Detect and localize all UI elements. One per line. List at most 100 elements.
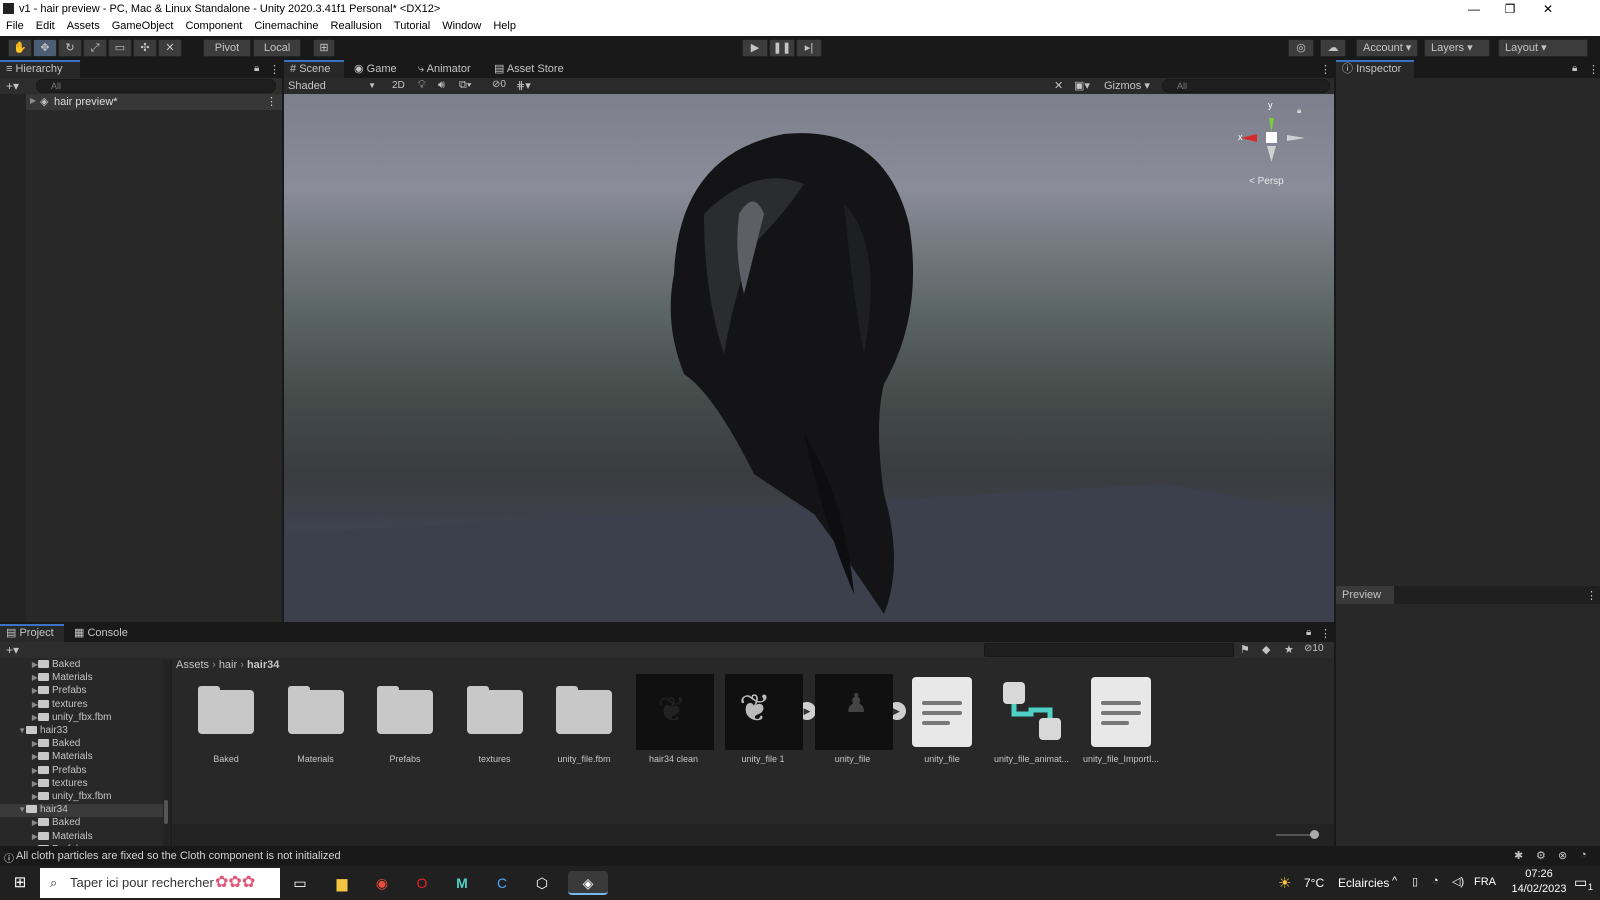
windows-start-icon[interactable]: ⊞ (8, 871, 32, 895)
inspector-kebab-icon[interactable]: ⋮ (1588, 63, 1599, 76)
expand-arrow-icon[interactable]: ▶ (29, 752, 38, 761)
inspector-lock-icon[interactable]: 🔒︎ (1572, 63, 1577, 74)
asset-item[interactable]: ▶ ♟ unity_file (808, 674, 906, 774)
battery-icon[interactable]: ▯ (1412, 875, 1418, 888)
menu-file[interactable]: File (0, 18, 30, 32)
step-button[interactable]: ▸| (796, 39, 822, 57)
filter-type-icon[interactable]: ⚑ (1240, 643, 1250, 656)
weather-icon[interactable]: ☀ (1278, 874, 1291, 892)
project-kebab-icon[interactable]: ⋮ (1320, 627, 1331, 640)
kebab-menu-icon[interactable]: ⋮ (269, 63, 280, 76)
close-button[interactable]: ✕ (1530, 0, 1566, 18)
tree-folder-row[interactable]: ▶ Prefabs (0, 685, 163, 698)
lock-icon[interactable]: 🔒︎ (254, 63, 259, 74)
scene-menu-icon[interactable]: ⋮ (266, 95, 277, 108)
rotate-tool-icon[interactable]: ↻ (58, 39, 82, 57)
layout-dropdown[interactable]: Layout ▾ (1498, 39, 1588, 57)
status-check-icon[interactable]: ◔ (1580, 849, 1587, 861)
hand-tool-icon[interactable]: ✋ (8, 39, 32, 57)
tab-console[interactable]: ▦ Console (68, 624, 134, 642)
scene-viewport[interactable]: y x < Persp 🔒︎ (284, 94, 1334, 622)
tree-folder-row[interactable]: ▶ unity_fbx.fbm (0, 791, 163, 804)
project-search-input[interactable] (984, 643, 1234, 657)
unity-hub-icon[interactable]: ⬡ (530, 871, 554, 895)
taskbar-search-input[interactable]: ⌕ Taper ici pour rechercher ✿✿✿ (40, 868, 280, 898)
notification-icon[interactable]: ▭ (1574, 874, 1587, 891)
tab-asset-store[interactable]: ▤ Asset Store (488, 60, 578, 78)
expand-arrow-icon[interactable]: ▶ (29, 713, 38, 722)
clock-time[interactable]: 07:26 (1514, 868, 1564, 880)
character-creator-icon[interactable]: C (490, 871, 514, 895)
hierarchy-search-input[interactable]: All (36, 79, 276, 93)
breadcrumb-hair[interactable]: hair (219, 659, 237, 671)
expand-arrow-icon[interactable]: ▶ (29, 700, 38, 709)
task-view-icon[interactable]: ▭ (288, 871, 312, 895)
scene-row[interactable]: ▶ ◈ hair preview* ⋮ (26, 94, 282, 110)
unity-editor-icon[interactable]: ◈ (568, 871, 608, 895)
asset-item[interactable]: textures (450, 674, 540, 774)
shading-dropdown[interactable]: Shaded ▼ (286, 79, 380, 93)
camera-icon[interactable]: ▣▾ (1074, 79, 1090, 92)
menu-help[interactable]: Help (487, 18, 522, 32)
asset-item[interactable]: unity_file_ImportI... (1076, 674, 1166, 774)
project-lock-icon[interactable]: 🔒︎ (1306, 627, 1311, 638)
expand-arrow-icon[interactable]: ▶ (29, 792, 38, 801)
effects-icon[interactable]: ⧉▾ (459, 79, 471, 92)
tree-folder-row[interactable]: ▶ Materials (0, 672, 163, 685)
gizmo-lock-icon[interactable]: 🔒︎ (1297, 106, 1301, 116)
scale-tool-icon[interactable]: ⤢ (83, 39, 107, 57)
transform-tool-icon[interactable]: ✣ (133, 39, 157, 57)
expand-arrow-icon[interactable]: ▶ (29, 832, 38, 841)
project-add-icon[interactable]: +▾ (6, 643, 19, 657)
tree-folder-row[interactable]: ▶ textures (0, 699, 163, 712)
file-explorer-icon[interactable]: ▆ (330, 871, 354, 895)
menu-component[interactable]: Component (179, 18, 248, 32)
status-message[interactable]: All cloth particles are fixed so the Clo… (16, 850, 341, 862)
2d-toggle[interactable]: 2D (392, 80, 405, 91)
network-icon[interactable]: ◔ (1432, 875, 1439, 887)
collapse-arrow-icon[interactable]: ▼ (17, 805, 26, 814)
tray-chevron-icon[interactable]: ^ (1392, 875, 1397, 887)
gizmos-dropdown[interactable]: Gizmos ▾ (1104, 79, 1150, 92)
weather-temp[interactable]: 7°C (1304, 876, 1324, 890)
opera-icon[interactable]: O (410, 871, 434, 895)
menu-window[interactable]: Window (436, 18, 487, 32)
menu-edit[interactable]: Edit (30, 18, 61, 32)
chrome-icon[interactable]: ◉ (370, 871, 394, 895)
play-button[interactable]: ▶ (742, 39, 768, 57)
tab-scene[interactable]: # Scene (284, 60, 344, 78)
tab-hierarchy[interactable]: ≡ Hierarchy (0, 60, 80, 78)
favorite-icon[interactable]: ★ (1284, 643, 1294, 656)
hidden-packages-icon[interactable]: ⊘10 (1304, 643, 1324, 654)
zoom-slider-thumb[interactable] (1310, 830, 1319, 839)
asset-item[interactable]: unity_file.fbm (539, 674, 629, 774)
asset-item[interactable]: unity_file (897, 674, 987, 774)
hidden-objects-icon[interactable]: ⊘0 (492, 79, 506, 90)
breadcrumb-hair34[interactable]: hair34 (247, 659, 279, 671)
tab-animator[interactable]: ⤷ Animator (412, 60, 486, 78)
tree-folder-row[interactable]: ▶ Prefabs (0, 765, 163, 778)
progress-icon[interactable]: ⚙ (1536, 849, 1546, 862)
cloud-icon[interactable]: ☁ (1320, 39, 1346, 57)
tree-scrollbar[interactable] (163, 660, 169, 846)
menu-gameobject[interactable]: GameObject (106, 18, 180, 32)
local-toggle[interactable]: Local (253, 39, 301, 57)
asset-item[interactable]: Baked (181, 674, 271, 774)
weather-text[interactable]: Eclaircies (1338, 876, 1389, 890)
pause-button[interactable]: ❚❚ (769, 39, 795, 57)
tree-folder-row[interactable]: ▶ Baked (0, 660, 163, 672)
expand-arrow-icon[interactable]: ▶ (29, 739, 38, 748)
asset-item[interactable]: Prefabs (360, 674, 450, 774)
expand-arrow-icon[interactable]: ▶ (30, 96, 36, 105)
clock-date[interactable]: 14/02/2023 (1502, 883, 1576, 895)
expand-arrow-icon[interactable]: ▶ (29, 686, 38, 695)
lighting-icon[interactable]: 💡︎ (418, 79, 426, 92)
expand-arrow-icon[interactable]: ▶ (29, 660, 38, 669)
move-tool-icon[interactable]: ✥ (33, 39, 57, 57)
restore-button[interactable]: ❐ (1492, 0, 1528, 18)
debug-icon[interactable]: ✱ (1514, 849, 1523, 862)
pivot-toggle[interactable]: Pivot (203, 39, 251, 57)
grid-snap-icon[interactable]: ⊞ (313, 39, 335, 57)
tree-folder-row[interactable]: ▶ Materials (0, 831, 163, 844)
tab-game[interactable]: ◉ Game (348, 60, 408, 78)
